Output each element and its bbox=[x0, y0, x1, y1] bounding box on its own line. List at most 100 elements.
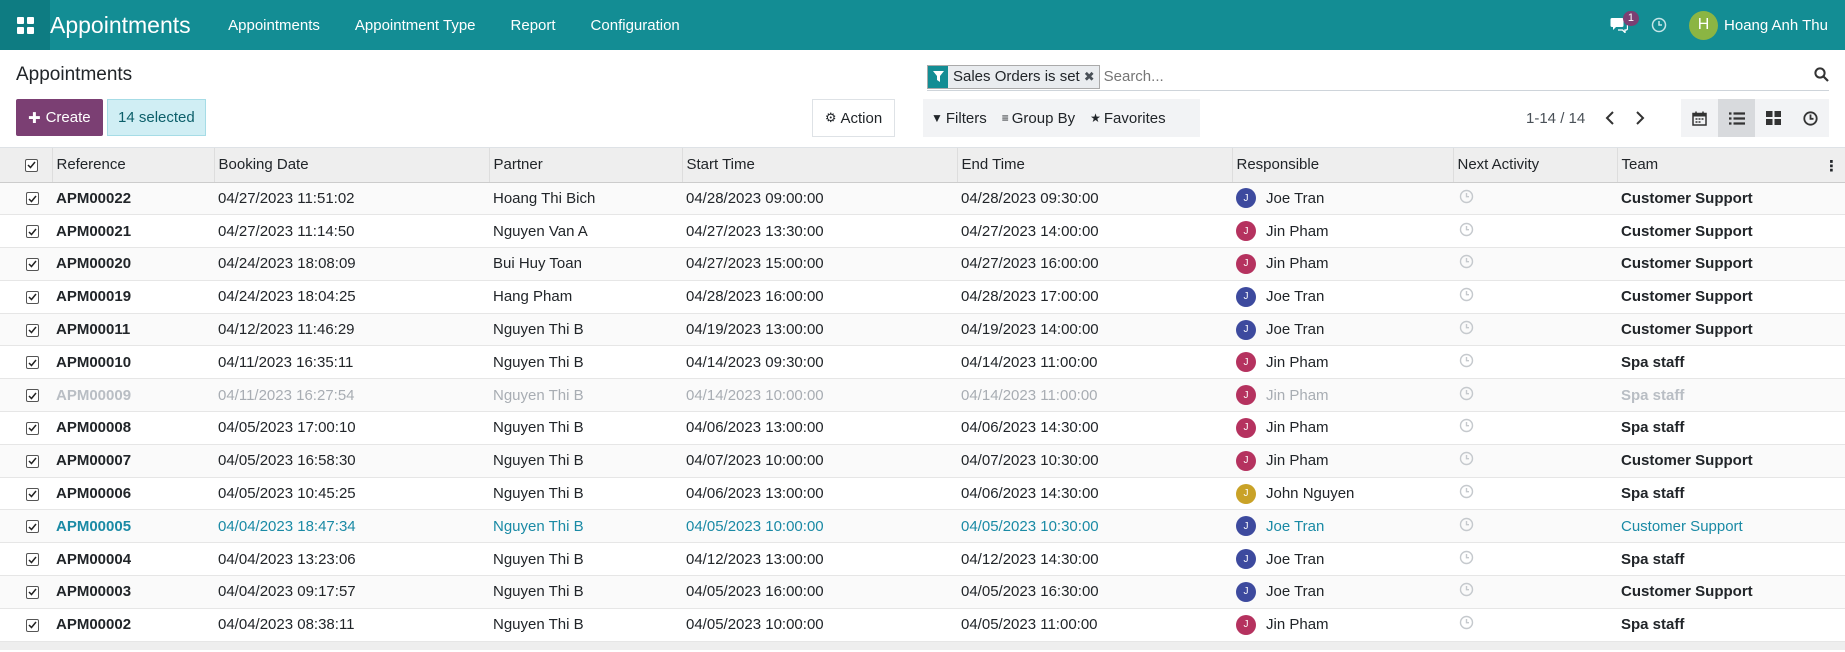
row-checkbox[interactable] bbox=[0, 477, 52, 511]
activity-clock-icon[interactable] bbox=[1459, 320, 1474, 335]
responsible-avatar[interactable]: J bbox=[1236, 253, 1256, 274]
pager-value[interactable]: 1-14 / 14 bbox=[1526, 110, 1585, 127]
favorites-button[interactable]: ★ Favorites bbox=[1090, 110, 1165, 127]
header-end-time[interactable]: End Time bbox=[957, 148, 1233, 183]
activity-clock-icon[interactable] bbox=[1459, 517, 1474, 532]
create-button[interactable]: ✚ Create bbox=[16, 99, 103, 136]
filters-button[interactable]: ▼ Filters bbox=[931, 110, 987, 127]
team-text: Customer Support bbox=[1621, 517, 1743, 535]
table-row[interactable]: APM00007 04/05/2023 16:58:30 Nguyen Thi B0… bbox=[0, 444, 1845, 478]
table-row[interactable]: APM00008 04/05/2023 17:00:10 Nguyen Thi B0… bbox=[0, 411, 1845, 445]
row-checkbox[interactable] bbox=[0, 313, 52, 347]
header-start-time[interactable]: Start Time bbox=[682, 148, 958, 183]
nav-menu: Appointments Appointment Type Report Con… bbox=[211, 0, 698, 50]
table-row[interactable]: APM00004 04/04/2023 13:23:06 Nguyen Thi B0… bbox=[0, 542, 1845, 577]
search-icon[interactable] bbox=[1814, 67, 1829, 86]
activity-clock-icon[interactable] bbox=[1459, 615, 1474, 630]
responsible-avatar[interactable]: J bbox=[1236, 483, 1256, 504]
menu-report[interactable]: Report bbox=[493, 0, 573, 50]
responsible-avatar[interactable]: J bbox=[1236, 221, 1256, 242]
activity-clock-icon[interactable] bbox=[1459, 386, 1474, 401]
calendar-view-icon[interactable] bbox=[1681, 99, 1718, 137]
responsible-avatar[interactable]: J bbox=[1236, 516, 1256, 537]
row-checkbox[interactable] bbox=[0, 509, 52, 544]
cell-partner: Hang Pham bbox=[489, 280, 682, 314]
activity-clock-icon[interactable] bbox=[1459, 550, 1474, 565]
row-checkbox[interactable] bbox=[0, 280, 52, 314]
menu-configuration[interactable]: Configuration bbox=[573, 0, 697, 50]
responsible-avatar[interactable]: J bbox=[1236, 581, 1256, 602]
row-checkbox[interactable] bbox=[0, 411, 52, 445]
activity-clock-icon[interactable] bbox=[1459, 418, 1474, 433]
action-button[interactable]: ⚙ Action bbox=[812, 99, 895, 137]
row-checkbox[interactable] bbox=[0, 214, 52, 249]
row-checkbox[interactable] bbox=[0, 542, 52, 577]
responsible-avatar[interactable]: J bbox=[1236, 450, 1256, 471]
header-next-activity[interactable]: Next Activity bbox=[1453, 148, 1618, 183]
activity-clock-icon[interactable] bbox=[1459, 254, 1474, 269]
table-row[interactable]: APM00006 04/05/2023 10:45:25 Nguyen Thi B0… bbox=[0, 477, 1845, 511]
header-reference[interactable]: Reference bbox=[52, 148, 215, 183]
table-row[interactable]: APM00022 04/27/2023 11:51:02 Hoang Thi Bic… bbox=[0, 182, 1845, 216]
row-checkbox[interactable] bbox=[0, 247, 52, 281]
responsible-avatar[interactable]: J bbox=[1236, 417, 1256, 438]
responsible-avatar[interactable]: J bbox=[1236, 188, 1256, 209]
search-input[interactable] bbox=[1103, 68, 1829, 85]
filters-label: Filters bbox=[945, 109, 987, 127]
list-view-icon[interactable] bbox=[1718, 99, 1755, 137]
responsible-avatar[interactable]: J bbox=[1236, 286, 1256, 307]
messaging-button[interactable]: 1 bbox=[1599, 11, 1640, 33]
table-row[interactable]: APM00002 04/04/2023 08:38:11 Nguyen Thi B0… bbox=[0, 608, 1845, 642]
row-checkbox[interactable] bbox=[0, 378, 52, 413]
filter-icon bbox=[928, 65, 948, 88]
table-row[interactable]: APM00019 04/24/2023 18:04:25 Hang Pham 04/2… bbox=[0, 280, 1845, 314]
responsible-avatar[interactable]: J bbox=[1236, 319, 1256, 340]
activity-clock-icon[interactable] bbox=[1459, 582, 1474, 597]
row-checkbox[interactable] bbox=[0, 608, 52, 642]
select-all-checkbox[interactable] bbox=[0, 148, 53, 183]
user-menu[interactable]: H Hoang Anh Thu bbox=[1689, 10, 1845, 40]
pager-next-icon[interactable] bbox=[1635, 111, 1645, 125]
table-body: APM00022 04/27/2023 11:51:02 Hoang Thi Bic… bbox=[0, 182, 1845, 642]
table-row[interactable]: APM00021 04/27/2023 11:14:50 Nguyen Van A0… bbox=[0, 214, 1845, 249]
row-checkbox[interactable] bbox=[0, 575, 52, 609]
menu-appointment-type[interactable]: Appointment Type bbox=[337, 0, 493, 50]
gear-icon: ⚙ bbox=[824, 110, 837, 125]
activity-button[interactable] bbox=[1639, 17, 1679, 33]
table-row[interactable]: APM00005 04/04/2023 18:47:34 Nguyen Thi B0… bbox=[0, 509, 1845, 544]
app-title[interactable]: Appointments bbox=[50, 12, 211, 39]
header-responsible[interactable]: Responsible bbox=[1232, 148, 1454, 183]
header-booking-date[interactable]: Booking Date bbox=[214, 148, 490, 183]
responsible-avatar[interactable]: J bbox=[1236, 385, 1256, 406]
responsible-avatar[interactable]: J bbox=[1236, 614, 1256, 635]
activity-clock-icon[interactable] bbox=[1459, 222, 1474, 237]
table-row[interactable]: APM00020 04/24/2023 18:08:09 Bui Huy Toan 0… bbox=[0, 247, 1845, 281]
table-row[interactable]: APM00011 04/12/2023 11:46:29 Nguyen Thi B0… bbox=[0, 313, 1845, 347]
table-row[interactable]: APM00003 04/04/2023 09:17:57 Nguyen Thi B0… bbox=[0, 575, 1845, 609]
responsible-avatar[interactable]: J bbox=[1236, 352, 1256, 373]
row-checkbox[interactable] bbox=[0, 182, 52, 216]
app-menu-button[interactable] bbox=[0, 0, 50, 50]
header-partner[interactable]: Partner bbox=[489, 148, 683, 183]
row-checkbox[interactable] bbox=[0, 345, 52, 380]
responsible-avatar[interactable]: J bbox=[1236, 549, 1256, 570]
facet-remove-icon[interactable]: ✖ bbox=[1084, 69, 1099, 85]
row-checkbox[interactable] bbox=[0, 444, 52, 478]
activity-clock-icon[interactable] bbox=[1459, 484, 1474, 499]
table-row[interactable]: APM00009 04/11/2023 16:27:54 Nguyen Thi B0… bbox=[0, 378, 1845, 413]
header-team[interactable]: Team ⋮ bbox=[1617, 148, 1845, 183]
activity-clock-icon[interactable] bbox=[1459, 287, 1474, 302]
table-row[interactable]: APM00010 04/11/2023 16:35:11 Nguyen Thi B0… bbox=[0, 345, 1845, 380]
kanban-view-icon[interactable] bbox=[1755, 99, 1792, 137]
activity-clock-icon[interactable] bbox=[1459, 189, 1474, 204]
activity-clock-icon[interactable] bbox=[1459, 353, 1474, 368]
cell-start-time: 04/14/2023 10:00:00 bbox=[682, 378, 957, 413]
activity-clock-icon[interactable] bbox=[1459, 451, 1474, 466]
groupby-button[interactable]: ≡ Group By bbox=[1002, 110, 1075, 127]
cell-booking-date: 04/04/2023 18:47:34 bbox=[214, 509, 489, 544]
column-options-icon[interactable]: ⋮ bbox=[1824, 157, 1839, 175]
activity-view-icon[interactable] bbox=[1792, 99, 1829, 137]
menu-appointments[interactable]: Appointments bbox=[211, 0, 338, 50]
pager-previous-icon[interactable] bbox=[1605, 111, 1615, 125]
groupby-label: Group By bbox=[1011, 109, 1076, 127]
